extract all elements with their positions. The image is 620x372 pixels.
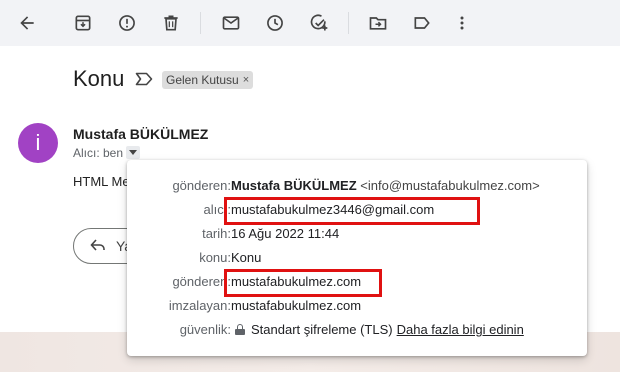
mailed-by-label: gönderen: bbox=[172, 274, 231, 289]
date-label: tarih: bbox=[202, 226, 231, 241]
signed-by-label: imzalayan: bbox=[168, 298, 231, 313]
more-vert-icon[interactable] bbox=[448, 9, 476, 37]
highlight-box-mailed-by bbox=[224, 269, 382, 297]
details-row-date: tarih: 16 Ağu 2022 11:44 bbox=[127, 223, 587, 245]
message-body-preview: HTML Me bbox=[73, 174, 130, 189]
add-task-icon[interactable] bbox=[305, 9, 333, 37]
label-icon[interactable] bbox=[408, 9, 436, 37]
date-value: 16 Ağu 2022 11:44 bbox=[231, 226, 340, 241]
label-chip-text: Gelen Kutusu bbox=[166, 73, 239, 87]
toolbar-divider bbox=[348, 12, 349, 34]
subject-value: Konu bbox=[231, 250, 262, 265]
signed-by-value: mustafabukulmez.com bbox=[231, 298, 362, 313]
back-arrow-icon[interactable] bbox=[13, 9, 41, 37]
toolbar bbox=[0, 0, 620, 46]
delete-icon[interactable] bbox=[157, 9, 185, 37]
from-label: gönderen: bbox=[172, 178, 231, 193]
details-row-subject: konu: Konu bbox=[127, 247, 587, 269]
sender-name: Mustafa BÜKÜLMEZ bbox=[73, 126, 209, 142]
from-value: Mustafa BÜKÜLMEZ <info@mustafabukulmez.c… bbox=[231, 178, 540, 193]
important-marker-icon[interactable] bbox=[135, 72, 153, 86]
show-details-button[interactable] bbox=[126, 146, 140, 159]
details-row-security: güvenlik: Standart şifreleme (TLS) Daha f… bbox=[127, 319, 587, 341]
security-text: Standart şifreleme (TLS) bbox=[251, 322, 393, 337]
highlight-box-recipient bbox=[224, 197, 480, 225]
inbox-label-chip: Gelen Kutusu × bbox=[162, 71, 254, 89]
security-value: Standart şifreleme (TLS) Daha fazla bilgi… bbox=[235, 322, 524, 337]
message-details-popup: gönderen: Mustafa BÜKÜLMEZ <info@mustafa… bbox=[127, 160, 587, 356]
lock-icon bbox=[235, 324, 245, 335]
details-row-signed-by: imzalayan: mustafabukulmez.com bbox=[127, 295, 587, 317]
from-email: <info@mustafabukulmez.com> bbox=[360, 178, 540, 193]
avatar[interactable]: i bbox=[18, 123, 58, 163]
move-to-icon[interactable] bbox=[364, 9, 392, 37]
details-row-from: gönderen: Mustafa BÜKÜLMEZ <info@mustafa… bbox=[127, 175, 587, 197]
recipient-line: Alıcı: ben bbox=[73, 146, 124, 160]
report-spam-icon[interactable] bbox=[113, 9, 141, 37]
reply-arrow-icon bbox=[90, 239, 105, 251]
security-label: güvenlik: bbox=[179, 322, 231, 337]
mark-unread-icon[interactable] bbox=[217, 9, 245, 37]
archive-icon[interactable] bbox=[69, 9, 97, 37]
toolbar-divider bbox=[200, 12, 201, 34]
snooze-icon[interactable] bbox=[261, 9, 289, 37]
learn-more-link[interactable]: Daha fazla bilgi edinin bbox=[397, 322, 524, 337]
remove-label-icon[interactable]: × bbox=[243, 71, 249, 89]
from-name: Mustafa BÜKÜLMEZ bbox=[231, 178, 357, 193]
email-subject: Konu bbox=[73, 66, 125, 91]
subject-label: konu: bbox=[199, 250, 231, 265]
